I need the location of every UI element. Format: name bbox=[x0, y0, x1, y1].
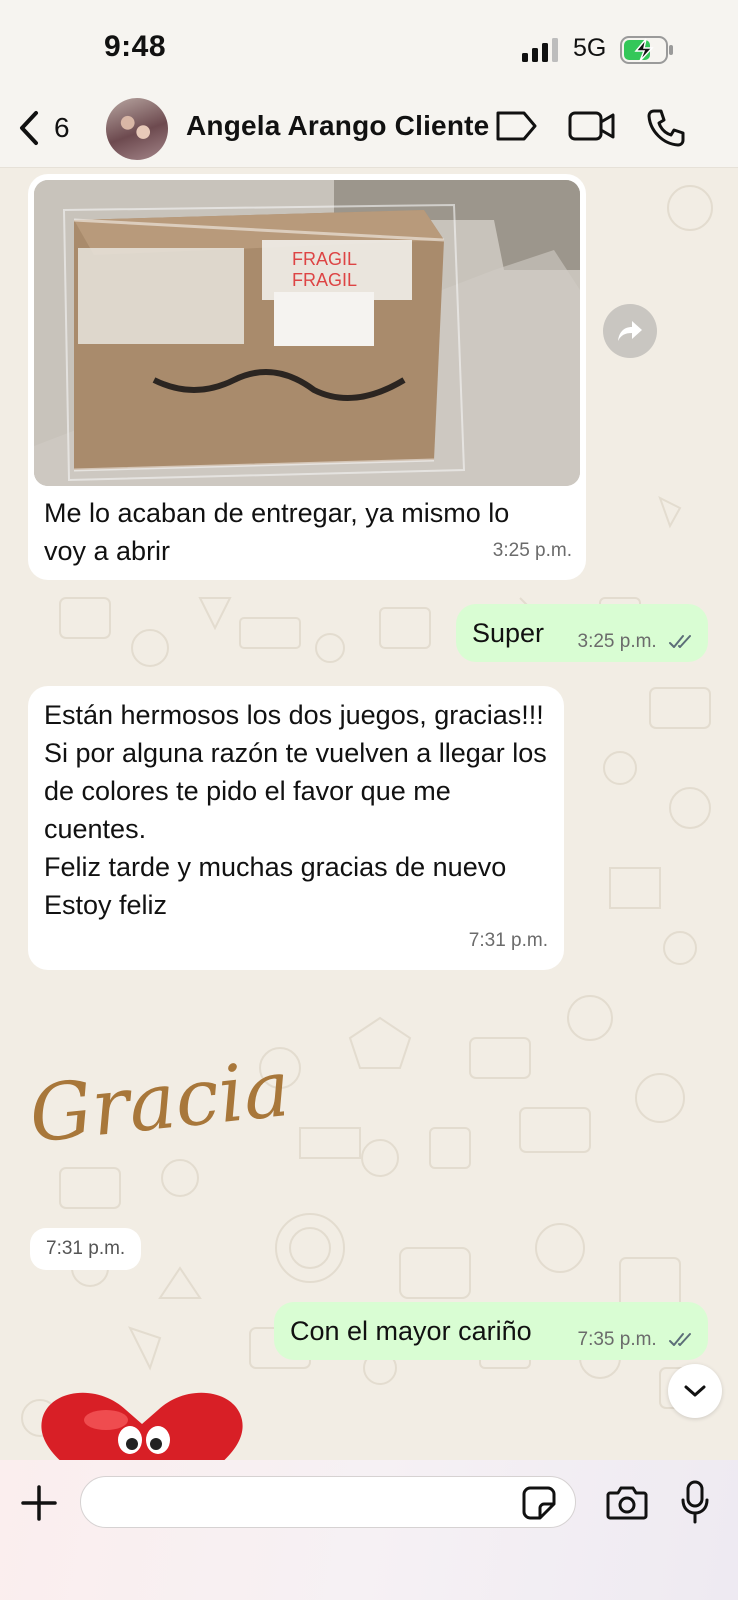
label-tag-icon[interactable] bbox=[494, 108, 538, 144]
signal-icon bbox=[522, 38, 558, 62]
shared-photo[interactable]: FRAGIL FRAGIL bbox=[34, 180, 580, 486]
status-bar: 9:48 5G bbox=[0, 0, 738, 90]
battery-charging-icon bbox=[620, 36, 673, 64]
forward-button[interactable] bbox=[603, 304, 657, 358]
message-text: Me lo acaban de entregar, ya mismo lo vo… bbox=[44, 498, 510, 566]
chevron-down-icon bbox=[684, 1385, 706, 1397]
read-ticks-icon bbox=[669, 634, 691, 648]
message-bubble-outgoing[interactable]: Super 3:25 p.m. bbox=[456, 604, 708, 662]
forward-arrow-icon bbox=[618, 321, 642, 341]
heart-sticker[interactable] bbox=[36, 1390, 248, 1460]
message-input[interactable] bbox=[80, 1476, 576, 1528]
message-text: Están hermosos los dos juegos, gracias!!… bbox=[44, 700, 547, 920]
contact-name[interactable]: Angela Arango Cliente bbox=[186, 110, 489, 142]
message-bubble-incoming[interactable]: Están hermosos los dos juegos, gracias!!… bbox=[28, 686, 564, 970]
message-composer bbox=[0, 1460, 738, 1600]
network-type: 5G bbox=[573, 34, 607, 62]
phone-call-icon[interactable] bbox=[646, 108, 686, 148]
message-text: Con el mayor cariño bbox=[290, 1316, 532, 1346]
gracias-sticker[interactable]: Gracias! bbox=[24, 1020, 365, 1190]
message-bubble-incoming[interactable]: FRAGIL FRAGIL Me lo acaban de entregar, … bbox=[28, 174, 586, 580]
chat-header: 6 Angela Arango Cliente bbox=[0, 90, 738, 168]
chevron-left-icon bbox=[20, 111, 38, 145]
read-ticks-icon bbox=[669, 1332, 691, 1346]
scroll-to-bottom-button[interactable] bbox=[668, 1364, 722, 1418]
message-time: 3:25 p.m. bbox=[492, 540, 572, 561]
message-time: 3:25 p.m. bbox=[578, 623, 695, 661]
message-bubble-outgoing[interactable]: Con el mayor cariño 7:35 p.m. bbox=[274, 1302, 708, 1360]
camera-icon[interactable] bbox=[606, 1484, 648, 1520]
unread-count: 6 bbox=[54, 112, 70, 143]
message-text: Super bbox=[472, 618, 545, 648]
svg-text:FRAGIL: FRAGIL bbox=[292, 270, 357, 290]
svg-text:Gracias!: Gracias! bbox=[25, 1036, 284, 1160]
video-call-icon[interactable] bbox=[568, 108, 616, 144]
contact-avatar[interactable] bbox=[106, 98, 168, 160]
message-time: 7:35 p.m. bbox=[578, 1321, 695, 1359]
status-time: 9:48 bbox=[104, 30, 167, 63]
message-time: 7:31 p.m. bbox=[468, 930, 548, 951]
microphone-icon[interactable] bbox=[680, 1480, 710, 1524]
sticker-icon[interactable] bbox=[522, 1486, 556, 1520]
message-time: 7:31 p.m. bbox=[30, 1228, 142, 1270]
svg-text:FRAGIL: FRAGIL bbox=[292, 249, 357, 269]
back-button[interactable]: 6 bbox=[18, 108, 88, 148]
plus-icon[interactable] bbox=[20, 1484, 58, 1522]
